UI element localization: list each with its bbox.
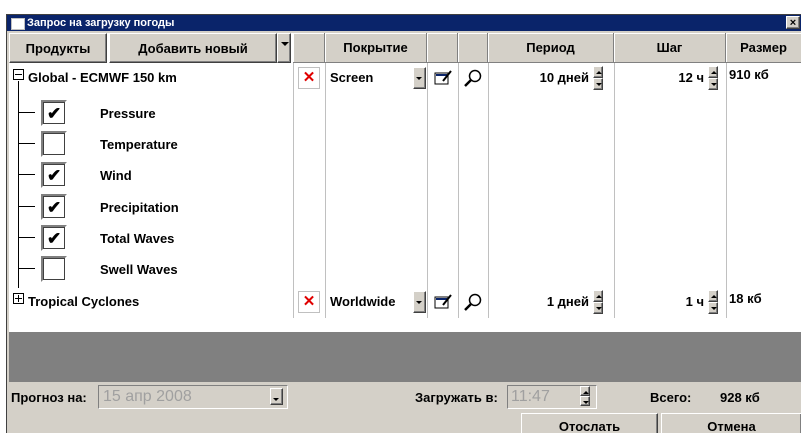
tree-connector	[19, 143, 35, 144]
check-mark-icon: ✔	[47, 104, 62, 123]
spin-down-icon[interactable]	[708, 78, 718, 90]
header-coverage[interactable]: Покрытие	[325, 33, 427, 63]
spin-down-icon[interactable]	[593, 78, 603, 90]
period-spinner[interactable]	[593, 290, 603, 314]
header-period[interactable]: Период	[488, 33, 614, 63]
check-mark-icon: ✔	[47, 198, 62, 217]
delete-icon[interactable]: ✕	[298, 291, 320, 313]
spin-up-icon[interactable]	[580, 386, 590, 396]
step-spinner[interactable]	[708, 66, 718, 90]
header-blank-1	[293, 33, 325, 63]
spin-up-icon[interactable]	[708, 290, 718, 302]
edit-area-icon[interactable]	[432, 291, 454, 313]
download-label: Загружать в:	[415, 390, 498, 405]
child-label-wind: Wind	[100, 168, 132, 183]
header-step[interactable]: Шаг	[614, 33, 726, 63]
header-blank-3	[458, 33, 488, 63]
checkbox-swell-waves[interactable]	[41, 256, 67, 282]
tree-connector	[19, 112, 35, 113]
magnifier-icon[interactable]	[462, 291, 484, 313]
app-icon	[11, 18, 25, 30]
period-value[interactable]: 1 дней	[494, 294, 589, 309]
column-divider	[726, 63, 727, 318]
child-label-total-waves: Total Waves	[100, 231, 175, 246]
title-bar[interactable]: Запрос на загрузку погоды ×	[7, 15, 801, 31]
forecast-date-select[interactable]: 15 апр 2008	[98, 385, 288, 409]
spin-up-icon[interactable]	[593, 290, 603, 302]
coverage-value[interactable]: Screen	[330, 70, 373, 85]
time-spinner[interactable]	[580, 386, 590, 406]
child-label-temperature: Temperature	[100, 137, 178, 152]
collapse-icon[interactable]	[13, 69, 24, 80]
spin-down-icon[interactable]	[593, 302, 603, 314]
tree-connector	[19, 268, 35, 269]
coverage-dropdown-icon[interactable]	[413, 291, 426, 313]
forecast-dropdown-icon[interactable]	[270, 388, 283, 405]
coverage-dropdown-icon[interactable]	[413, 67, 426, 89]
forecast-label: Прогноз на:	[11, 390, 87, 405]
period-value[interactable]: 10 дней	[494, 70, 589, 85]
column-divider	[614, 63, 615, 318]
step-value[interactable]: 12 ч	[619, 70, 704, 85]
cancel-button[interactable]: Отмена	[661, 413, 801, 433]
spin-down-icon[interactable]	[708, 302, 718, 314]
child-label-precipitation: Precipitation	[100, 200, 179, 215]
add-new-dropdown-icon[interactable]	[277, 33, 291, 63]
tree-connector	[19, 174, 35, 175]
step-value[interactable]: 1 ч	[619, 294, 704, 309]
header-products[interactable]: Продукты	[9, 33, 107, 63]
magnifier-icon[interactable]	[462, 67, 484, 89]
tree-node-global[interactable]: Global - ECMWF 150 km	[9, 63, 295, 95]
spin-up-icon[interactable]	[593, 66, 603, 78]
send-button[interactable]: Отослать	[521, 413, 658, 433]
tree-node-tropical[interactable]: Tropical Cyclones	[9, 287, 295, 319]
spin-up-icon[interactable]	[708, 66, 718, 78]
total-value: 928 кб	[720, 390, 760, 405]
download-time-value: 11:47	[511, 388, 550, 405]
checkbox-total-waves[interactable]: ✔	[41, 225, 67, 251]
checkbox-wind[interactable]: ✔	[41, 162, 67, 188]
forecast-date-value: 15 апр 2008	[103, 388, 192, 405]
download-time-field[interactable]: 11:47	[507, 385, 597, 409]
checkbox-temperature[interactable]	[41, 131, 67, 157]
spin-down-icon[interactable]	[580, 396, 590, 406]
empty-area	[9, 332, 801, 382]
header-size[interactable]: Размер	[726, 33, 801, 63]
size-value: 910 кб	[729, 67, 769, 82]
close-button[interactable]: ×	[786, 16, 800, 29]
add-new-button[interactable]: Добавить новый	[109, 33, 277, 63]
child-label-pressure: Pressure	[100, 106, 156, 121]
size-value: 18 кб	[729, 291, 762, 306]
group-name: Tropical Cyclones	[28, 294, 140, 309]
group-name: Global - ECMWF 150 km	[28, 70, 177, 85]
dialog-window: Запрос на загрузку погоды × Продукты Доб…	[6, 14, 801, 433]
checkbox-precipitation[interactable]: ✔	[41, 194, 67, 220]
step-spinner[interactable]	[708, 290, 718, 314]
edit-area-icon[interactable]	[432, 67, 454, 89]
total-label: Всего:	[650, 390, 692, 405]
checkbox-pressure[interactable]: ✔	[41, 100, 67, 126]
column-divider	[458, 63, 459, 318]
coverage-value[interactable]: Worldwide	[330, 294, 395, 309]
column-divider	[488, 63, 489, 318]
header-blank-2	[427, 33, 458, 63]
product-tree: Global - ECMWF 150 km ✔ Pressure Tempera…	[9, 63, 295, 318]
window-title: Запрос на загрузку погоды	[27, 17, 175, 29]
delete-icon[interactable]: ✕	[298, 67, 320, 89]
products-grid: Продукты Добавить новый Покрытие Период …	[9, 33, 801, 332]
period-spinner[interactable]	[593, 66, 603, 90]
check-mark-icon: ✔	[47, 166, 62, 185]
check-mark-icon: ✔	[47, 229, 62, 248]
expand-icon[interactable]	[13, 293, 24, 304]
tree-connector	[19, 237, 35, 238]
tree-connector	[19, 206, 35, 207]
column-divider	[427, 63, 428, 318]
column-divider	[325, 63, 326, 318]
